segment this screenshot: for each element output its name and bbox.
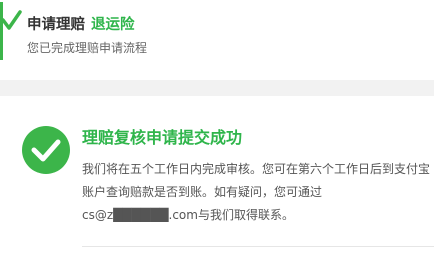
checkmark-icon bbox=[0, 2, 22, 60]
title-prefix: 申请理赔 bbox=[27, 17, 85, 33]
page-title: 申请理赔 退运险 bbox=[27, 16, 135, 34]
success-message: 我们将在五个工作日内完成审核。您可在第六个工作日后到支付宝账户查询赔款是否到账。… bbox=[82, 162, 431, 222]
claim-header: 申请理赔 退运险 您已完成理赔申请流程 bbox=[0, 0, 434, 80]
success-card: 理赔复核申请提交成功 我们将在五个工作日内完成审核。您可在第六个工作日后到支付宝… bbox=[0, 96, 434, 267]
section-divider bbox=[0, 80, 434, 96]
success-title: 理赔复核申请提交成功 bbox=[82, 128, 243, 147]
page-subtitle: 您已完成理赔申请流程 bbox=[27, 41, 148, 55]
title-highlight: 退运险 bbox=[91, 17, 135, 33]
success-check-icon bbox=[22, 126, 70, 174]
bottom-divider bbox=[82, 246, 434, 247]
